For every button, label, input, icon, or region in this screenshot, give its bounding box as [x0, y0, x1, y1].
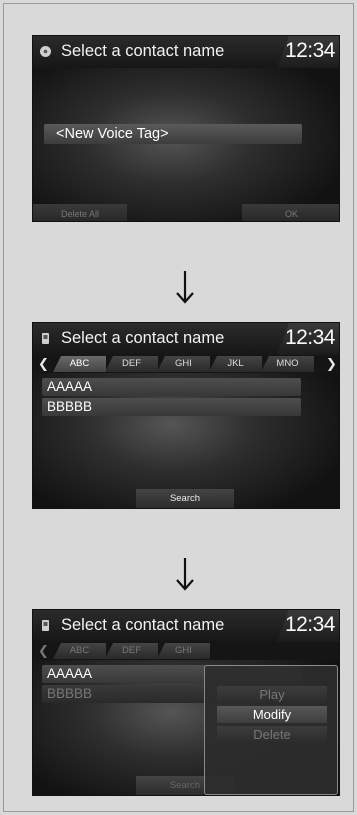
contact-row[interactable]: BBBBB — [42, 398, 301, 416]
ok-button[interactable]: OK — [242, 204, 339, 221]
screen-voice-tag: Select a contact name 12:34 <New Voice T… — [32, 35, 340, 222]
clock: 12:34 — [284, 39, 336, 62]
phone-icon — [42, 333, 49, 344]
delete-all-button[interactable]: Delete All — [33, 204, 127, 221]
tab-abc[interactable]: ABC — [53, 643, 106, 659]
menu-item-play[interactable]: Play — [217, 686, 327, 703]
tab-abc[interactable]: ABC — [53, 356, 106, 372]
contact-name: AAAAA — [47, 379, 93, 394]
search-button[interactable]: Search — [136, 489, 234, 508]
menu-item-delete[interactable]: Delete — [217, 726, 327, 743]
contact-options-menu: Play Modify Delete — [204, 665, 338, 795]
figure-frame: Select a contact name 12:34 <New Voice T… — [3, 3, 354, 812]
contact-name: BBBBB — [47, 686, 93, 701]
header-bar: Select a contact name 12:34 — [33, 610, 339, 642]
tab-ghi[interactable]: GHI — [157, 643, 210, 659]
contact-row[interactable]: AAAAA — [42, 378, 301, 396]
contact-name: BBBBB — [47, 399, 93, 414]
tab-def[interactable]: DEF — [105, 356, 158, 372]
header-bar: Select a contact name 12:34 — [33, 323, 339, 355]
clock: 12:34 — [284, 613, 336, 636]
phone-icon — [42, 620, 49, 631]
header-bar: Select a contact name 12:34 — [33, 36, 339, 68]
down-arrow-icon — [176, 558, 194, 591]
chevron-right-icon[interactable]: ❯ — [326, 356, 337, 372]
contact-name: AAAAA — [47, 666, 93, 681]
new-voice-tag-label: <New Voice Tag> — [56, 126, 169, 142]
down-arrow-icon — [176, 271, 194, 304]
page-title: Select a contact name — [61, 616, 225, 634]
screen-contact-menu: Select a contact name 12:34 ❮ ABC DEF GH… — [32, 609, 340, 796]
page-title: Select a contact name — [61, 329, 225, 347]
clock: 12:34 — [284, 326, 336, 349]
tab-ghi[interactable]: GHI — [157, 356, 210, 372]
menu-item-modify[interactable]: Modify — [217, 706, 327, 723]
alphabet-tab-bar: ❮ ABC DEF GHI JKL MNO ❯ — [33, 355, 339, 373]
disc-icon — [40, 46, 51, 57]
tab-jkl[interactable]: JKL — [209, 356, 262, 372]
alphabet-tab-bar: ❮ ABC DEF GHI — [33, 642, 339, 660]
new-voice-tag-item[interactable]: <New Voice Tag> — [44, 124, 302, 144]
chevron-left-icon[interactable]: ❮ — [38, 356, 49, 372]
chevron-left-icon[interactable]: ❮ — [38, 643, 49, 659]
screen-contact-list: Select a contact name 12:34 ❮ ABC DEF GH… — [32, 322, 340, 509]
tab-mno[interactable]: MNO — [261, 356, 314, 372]
tab-def[interactable]: DEF — [105, 643, 158, 659]
page-title: Select a contact name — [61, 42, 225, 60]
